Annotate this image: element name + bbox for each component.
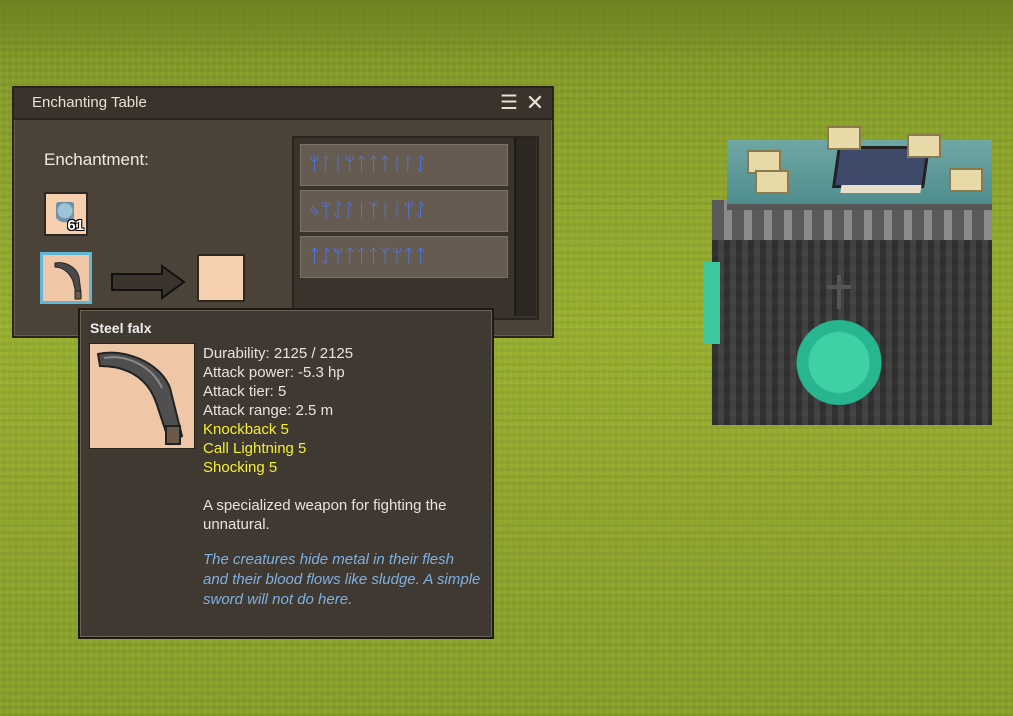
stat-attack-power: Attack power: -5.3 hp xyxy=(203,364,345,381)
enchant-shocking: Shocking 5 xyxy=(203,459,278,476)
enchantment-option-3[interactable]: ᛏᛇᛘᛏᛏᛏᛉᛘᛏᛏ xyxy=(300,236,508,278)
enchantment-label: Enchantment: xyxy=(44,150,149,169)
item-description: A specialized weapon for fighting the un… xyxy=(203,497,447,533)
enchantment-option-1[interactable]: ᛘᛚᛁᛘᛏᛏᛏᛁᛚᛇ xyxy=(300,144,508,186)
right-arrow-icon xyxy=(111,264,186,300)
close-icon[interactable]: ✕ xyxy=(524,92,546,114)
dialog-titlebar[interactable]: Enchanting Table ☰ ✕ xyxy=(14,88,552,120)
stat-attack-tier: Attack tier: 5 xyxy=(203,383,287,400)
enchantment-option-2[interactable]: ᛃᛘᛇᛚᛁᛉᛁᛁᛘᛇ xyxy=(300,190,508,232)
enchanting-table-block[interactable] xyxy=(704,126,996,425)
block-top-face xyxy=(727,126,992,210)
cross-emblem-icon xyxy=(827,275,851,309)
steel-falx-icon xyxy=(96,351,184,446)
item-stats: Durability: 2125 / 2125 Attack power: -5… xyxy=(203,344,353,477)
enchant-call-lightning: Call Lightning 5 xyxy=(203,440,307,457)
item-lore: The creatures hide metal in their flesh … xyxy=(203,551,481,608)
emerald-emblem-icon xyxy=(794,320,884,405)
lapis-slot[interactable]: 61 xyxy=(44,192,88,236)
lapis-quantity: 61 xyxy=(67,217,84,234)
candle-icon xyxy=(827,126,861,150)
dialog-title: Enchanting Table xyxy=(32,94,147,111)
item-preview xyxy=(89,343,195,449)
stat-attack-range: Attack range: 2.5 m xyxy=(203,402,334,419)
item-tooltip: Steel falx Durability: 2125 / 2125 Attac… xyxy=(78,308,494,639)
steel-falx-icon xyxy=(54,262,82,300)
candle-icon xyxy=(907,134,941,158)
output-slot[interactable] xyxy=(197,254,245,302)
item-name: Steel falx xyxy=(90,320,152,336)
emerald-side-emblem xyxy=(704,262,720,344)
enchant-knockback: Knockback 5 xyxy=(203,421,289,438)
candle-icon xyxy=(755,170,789,194)
options-scrollbar[interactable] xyxy=(514,138,536,316)
candle-icon xyxy=(949,168,983,192)
enchantment-options-list: ᛘᛚᛁᛘᛏᛏᛏᛁᛚᛇ ᛃᛘᛇᛚᛁᛉᛁᛁᛘᛇ ᛏᛇᛘᛏᛏᛏᛉᛘᛏᛏ xyxy=(292,136,539,320)
stat-durability: Durability: 2125 / 2125 xyxy=(203,345,354,362)
horizon xyxy=(0,0,1013,60)
enchanting-table-dialog: Enchanting Table ☰ ✕ Enchantment: 61 ᛘᛚᛁ… xyxy=(12,86,554,338)
item-input-slot[interactable] xyxy=(40,252,92,304)
hamburger-menu-icon[interactable]: ☰ xyxy=(498,92,520,114)
